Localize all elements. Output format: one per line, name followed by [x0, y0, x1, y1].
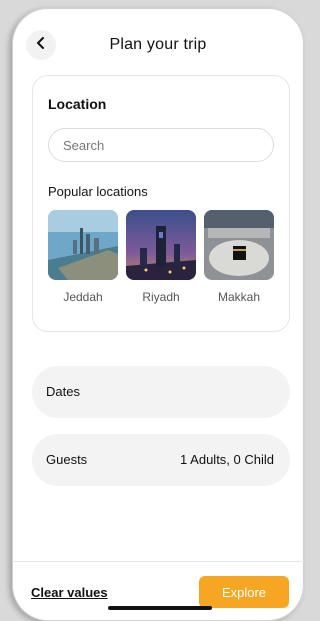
- dates-field[interactable]: Dates: [32, 366, 290, 418]
- location-item-jeddah[interactable]: Jeddah: [48, 210, 118, 304]
- dates-label: Dates: [46, 384, 80, 399]
- home-indicator: [108, 606, 212, 610]
- location-name: Makkah: [217, 290, 261, 304]
- location-item-makkah[interactable]: Makkah: [204, 210, 274, 304]
- phone-screen: Plan your trip Location Popular location…: [12, 8, 304, 621]
- riyadh-image: [126, 210, 196, 280]
- makkah-image: [204, 210, 274, 280]
- location-title: Location: [48, 96, 107, 112]
- location-item-riyadh[interactable]: Riyadh: [126, 210, 196, 304]
- clear-values-link[interactable]: Clear values: [31, 585, 108, 600]
- location-card: Location Popular locations Jeddah: [32, 75, 290, 332]
- guests-value: 1 Adults, 0 Child: [180, 452, 274, 467]
- header: Plan your trip: [12, 26, 304, 66]
- footer-divider: [12, 561, 304, 562]
- guests-label: Guests: [46, 452, 88, 467]
- location-name: Riyadh: [142, 290, 180, 304]
- guests-field[interactable]: Guests 1 Adults, 0 Child: [32, 434, 290, 486]
- explore-button[interactable]: Explore: [199, 576, 289, 608]
- jeddah-image: [48, 210, 118, 280]
- page-title: Plan your trip: [109, 36, 207, 53]
- popular-locations-label: Popular locations: [48, 184, 148, 199]
- search-input[interactable]: [48, 128, 274, 162]
- location-name: Jeddah: [63, 290, 103, 304]
